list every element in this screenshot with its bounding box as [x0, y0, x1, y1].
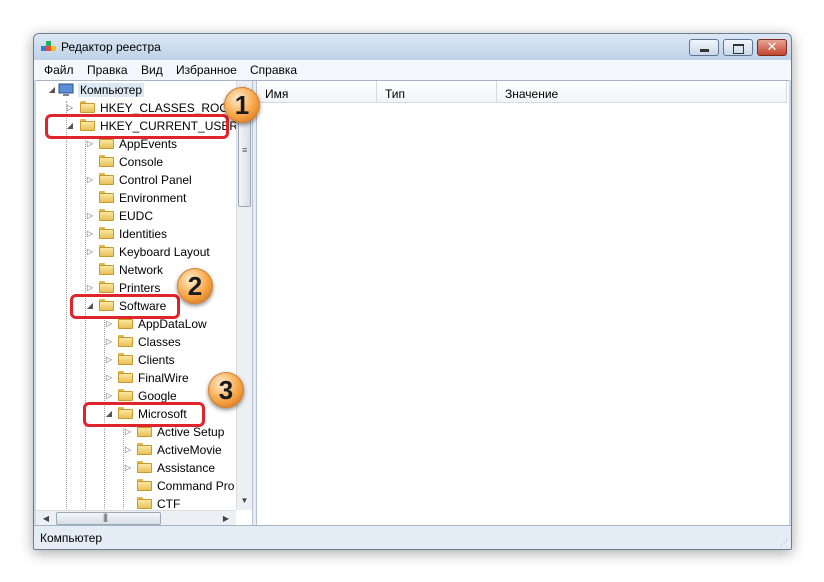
folder-icon: [137, 497, 152, 509]
menu-view[interactable]: Вид: [141, 63, 163, 77]
expand-icon[interactable]: ▷: [86, 139, 94, 148]
tree-guide: [85, 137, 86, 511]
step-badge-3: 3: [208, 372, 244, 408]
scroll-right-icon[interactable]: ▶: [218, 511, 234, 526]
close-button[interactable]: ✕: [757, 39, 787, 56]
expand-icon[interactable]: ▷: [105, 355, 113, 364]
window-title: Редактор реестра: [61, 40, 161, 54]
title-bar[interactable]: Редактор реестра ✕: [34, 34, 791, 60]
expand-icon[interactable]: ▷: [105, 373, 113, 382]
expand-icon[interactable]: ▷: [105, 391, 113, 400]
menu-bar: Файл Правка Вид Избранное Справка: [34, 60, 791, 80]
expand-icon[interactable]: ▷: [124, 445, 132, 454]
tree-label: Control Panel: [119, 173, 192, 187]
column-header-type[interactable]: Тип: [377, 81, 497, 103]
expand-icon[interactable]: ▷: [105, 319, 113, 328]
values-list[interactable]: Имя Тип Значение: [257, 81, 789, 526]
folder-icon: [99, 281, 114, 293]
folder-icon: [99, 227, 114, 239]
folder-icon: [118, 371, 133, 383]
folder-icon: [118, 353, 133, 365]
tree-label: Environment: [119, 191, 187, 205]
maximize-button[interactable]: [723, 39, 753, 56]
folder-icon: [99, 245, 114, 257]
tree-label: Command Pro: [157, 479, 235, 493]
folder-icon: [137, 461, 152, 473]
resize-grip-icon[interactable]: ⋰: [780, 538, 788, 547]
tree-label: Classes: [138, 335, 181, 349]
tree-label: Assistance: [157, 461, 216, 475]
status-bar: Компьютер ⋰: [34, 525, 791, 549]
folder-icon: [99, 155, 114, 167]
grip-icon: ≡: [242, 145, 248, 155]
step-badge-2: 2: [177, 268, 213, 304]
tree-label: Google: [138, 389, 177, 403]
computer-icon: [58, 83, 74, 96]
expand-icon[interactable]: ▷: [86, 229, 94, 238]
scroll-left-icon[interactable]: ◀: [38, 511, 54, 526]
tree-label: ActiveMovie: [157, 443, 222, 457]
folder-icon: [99, 209, 114, 221]
tree-label: Clients: [138, 353, 175, 367]
folder-icon: [137, 443, 152, 455]
expand-icon[interactable]: ▷: [86, 175, 94, 184]
column-header-value[interactable]: Значение: [497, 81, 787, 103]
expand-icon[interactable]: ▷: [105, 337, 113, 346]
tree-label: Компьютер: [78, 83, 145, 97]
expand-icon[interactable]: ▷: [86, 247, 94, 256]
expand-icon[interactable]: ▷: [66, 103, 74, 112]
expand-icon[interactable]: ▷: [124, 463, 132, 472]
minimize-icon: [700, 49, 709, 52]
collapse-icon[interactable]: ◢: [48, 85, 56, 94]
highlight-software: [70, 294, 180, 319]
folder-icon: [80, 101, 95, 113]
folder-icon: [118, 389, 133, 401]
menu-help[interactable]: Справка: [250, 63, 297, 77]
maximize-icon: [733, 44, 744, 54]
tree-label: HKEY_CLASSES_ROOT: [100, 101, 237, 115]
status-path: Компьютер: [40, 531, 103, 545]
scroll-down-icon[interactable]: ▼: [237, 493, 252, 509]
folder-icon: [118, 335, 133, 347]
menu-file[interactable]: Файл: [44, 63, 74, 77]
tree-label: Network: [119, 263, 164, 277]
folder-icon: [99, 263, 114, 275]
grip-icon: |||: [103, 512, 108, 522]
tree-horizontal-scrollbar[interactable]: ◀ ||| ▶: [36, 510, 236, 526]
highlight-microsoft: [83, 402, 205, 427]
tree-label: Console: [119, 155, 164, 169]
tree-label: EUDC: [119, 209, 154, 223]
tree-label: AppEvents: [119, 137, 178, 151]
tree-label: Keyboard Layout: [119, 245, 210, 259]
registry-editor-window: Редактор реестра ✕ Файл Правка Вид Избра…: [33, 33, 792, 550]
folder-icon: [99, 191, 114, 203]
tree-guide: [66, 101, 67, 511]
tree-label: Printers: [119, 281, 161, 295]
column-header-name[interactable]: Имя: [257, 81, 377, 103]
step-badge-1: 1: [224, 87, 260, 123]
close-icon: ✕: [766, 39, 778, 54]
menu-edit[interactable]: Правка: [87, 63, 128, 77]
tree-label: Identities: [119, 227, 168, 241]
scroll-thumb[interactable]: |||: [56, 512, 161, 525]
tree-label: Active Setup: [157, 425, 225, 439]
folder-icon: [137, 479, 152, 491]
minimize-button[interactable]: [689, 39, 719, 56]
highlight-hkcu: [45, 114, 229, 139]
tree-label: AppDataLow: [138, 317, 207, 331]
tree-label: CTF: [157, 497, 181, 511]
tree-label: FinalWire: [138, 371, 189, 385]
expand-icon[interactable]: ▷: [86, 283, 94, 292]
registry-app-icon: [41, 41, 56, 51]
expand-icon[interactable]: ▷: [86, 211, 94, 220]
expand-icon[interactable]: ▷: [124, 427, 132, 436]
folder-icon: [99, 173, 114, 185]
menu-favorites[interactable]: Избранное: [176, 63, 237, 77]
tree-vertical-scrollbar[interactable]: ▲ ≡ ▼: [236, 81, 252, 510]
